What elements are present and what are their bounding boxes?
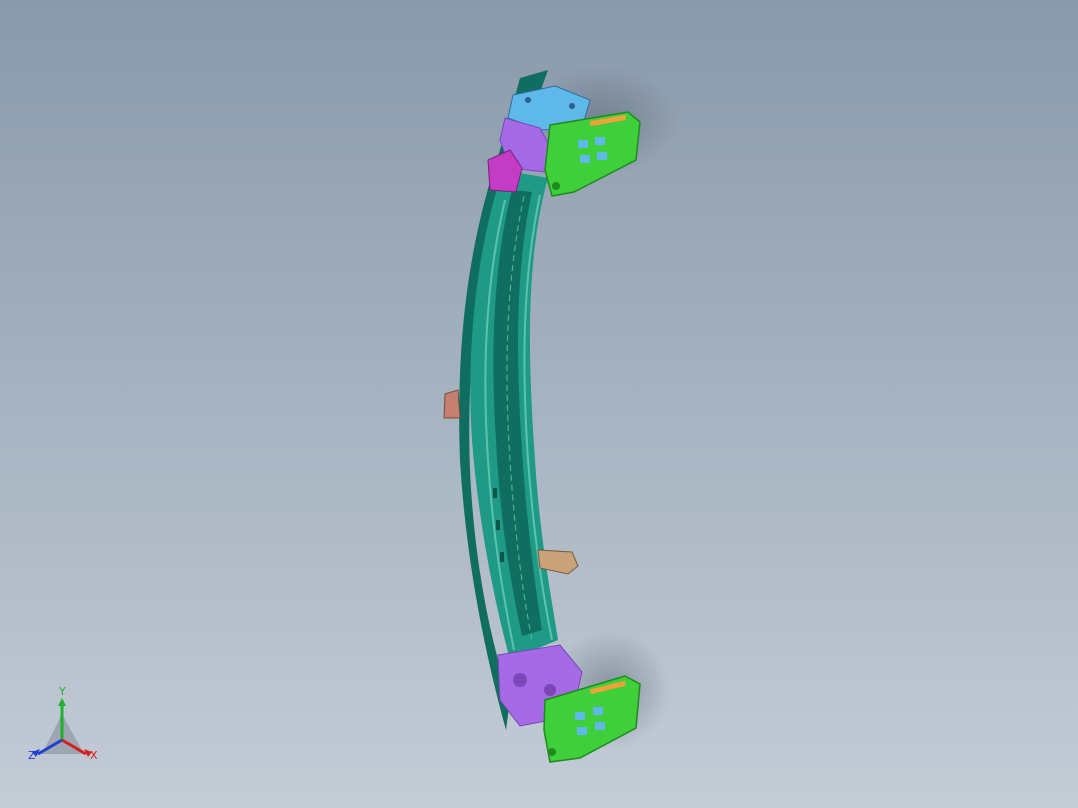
top-mount-hole: [525, 97, 531, 103]
bracket-slot: [593, 707, 603, 715]
bracket-slot: [580, 155, 590, 163]
bracket-slot: [595, 137, 605, 145]
bracket-hole: [552, 182, 560, 190]
cad-3d-viewport[interactable]: Y X Z: [0, 0, 1078, 808]
beam-slot: [500, 552, 504, 562]
bumper-beam-model[interactable]: [0, 0, 1078, 808]
top-mount-hole: [569, 103, 575, 109]
beam-slot: [496, 520, 500, 530]
bottom-plate-hole: [513, 673, 527, 687]
bracket-hole: [548, 748, 556, 756]
orientation-triad: Y X Z: [22, 686, 112, 770]
bracket-slot: [578, 140, 588, 148]
triad-y-arrow: [58, 698, 66, 706]
bracket-slot: [597, 152, 607, 160]
triad-x-label: X: [90, 749, 98, 762]
triad-y-label: Y: [59, 685, 66, 698]
bracket-slot: [595, 722, 605, 730]
bracket-slot: [577, 727, 587, 735]
bracket-slot: [575, 712, 585, 720]
triad-z-label: Z: [28, 749, 36, 762]
beam-slot: [493, 488, 497, 498]
left-tab-copper[interactable]: [443, 389, 461, 419]
bottom-plate-hole: [544, 684, 556, 696]
